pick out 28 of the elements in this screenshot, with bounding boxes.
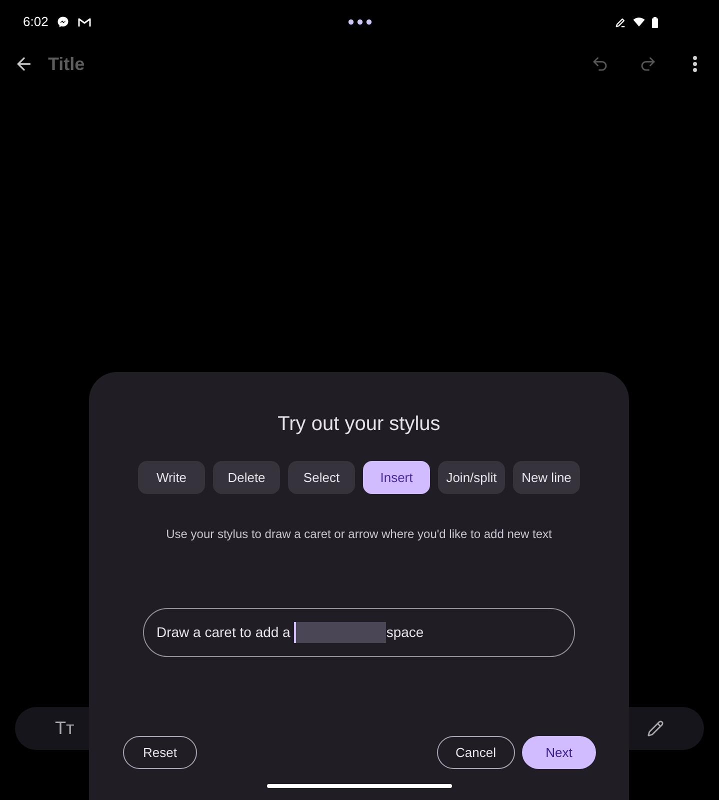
pen-button[interactable] — [646, 720, 664, 738]
text-format-button[interactable]: Tт — [55, 715, 74, 742]
mode-tab[interactable]: Insert — [363, 461, 430, 494]
status-time: 6:02 — [23, 13, 48, 32]
mode-tab[interactable]: Delete — [213, 461, 280, 494]
instruction-text: Use your stylus to draw a caret or arrow where you'd like to add new text — [166, 526, 552, 542]
reset-button[interactable]: Reset — [123, 736, 197, 769]
pen-icon — [615, 16, 626, 28]
mode-tab[interactable]: Join/split — [438, 461, 505, 494]
dots-icon[interactable] — [348, 19, 372, 25]
mode-tab[interactable]: Write — [138, 461, 205, 494]
cancel-button[interactable]: Cancel — [436, 736, 515, 769]
mode-tab[interactable]: New line — [513, 461, 580, 494]
practice-field[interactable]: Draw a caret to add a space — [143, 608, 575, 657]
redo-icon — [639, 55, 657, 73]
wifi-icon — [633, 17, 645, 27]
practice-text: space — [386, 623, 424, 642]
chat-bubble-icon — [57, 16, 70, 28]
pencil-icon — [646, 720, 664, 737]
text-cursor-icon — [294, 622, 296, 643]
sheet-title: Try out your stylus — [278, 412, 440, 436]
more-icon — [693, 56, 697, 72]
practice-text: Draw a caret to add a — [156, 623, 290, 642]
next-button[interactable]: Next — [522, 736, 596, 769]
mode-tab[interactable]: Select — [288, 461, 355, 494]
battery-icon — [652, 16, 658, 28]
undo-icon — [591, 55, 609, 73]
mail-icon — [78, 16, 92, 28]
